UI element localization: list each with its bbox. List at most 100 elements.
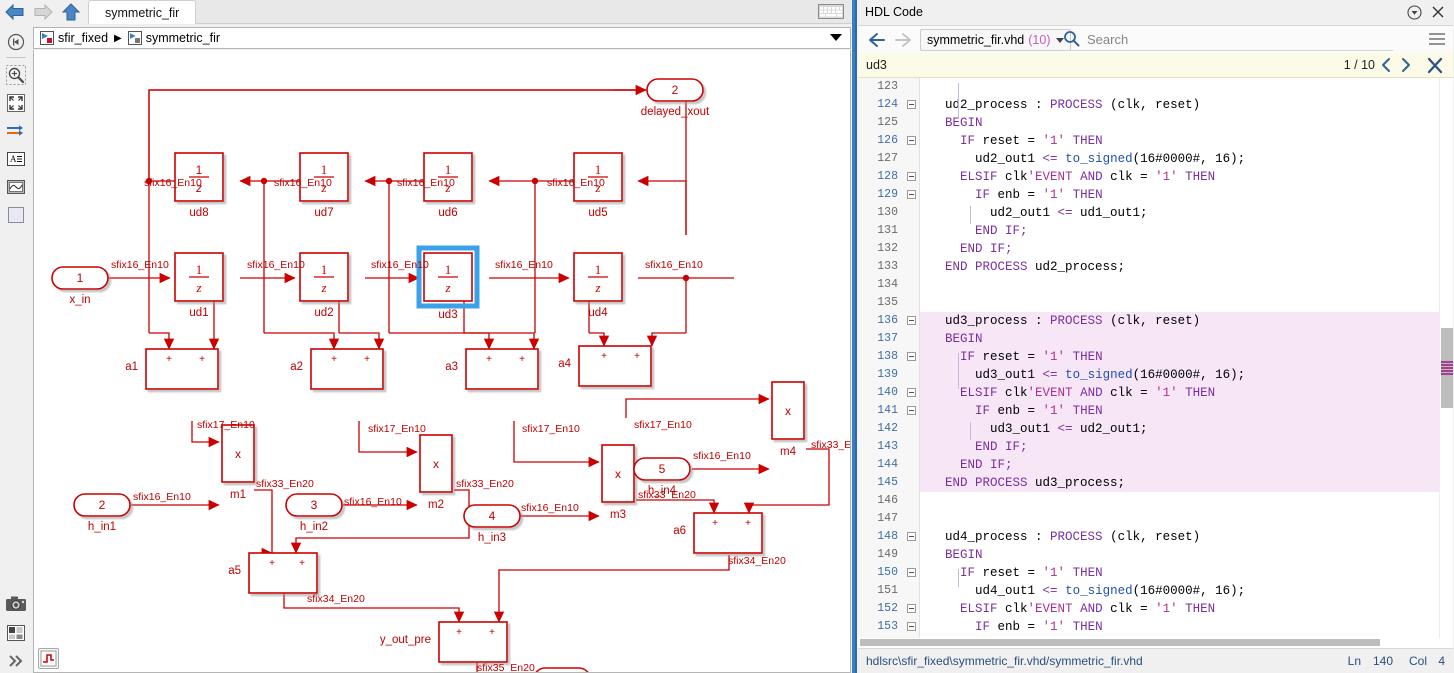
code-line[interactable] xyxy=(920,294,1439,312)
close-icon[interactable] xyxy=(1425,56,1445,75)
code-line[interactable]: IF enb = '1' THEN xyxy=(920,618,1439,636)
code-line[interactable]: BEGIN xyxy=(920,546,1439,564)
close-icon[interactable] xyxy=(1431,5,1445,19)
code-line[interactable]: END IF; xyxy=(920,240,1439,258)
code-horizontal-scroll-thumb[interactable] xyxy=(860,639,1380,646)
outport-delayed-xout[interactable]: 2 xyxy=(647,79,703,101)
area-icon[interactable] xyxy=(4,203,28,227)
code-line[interactable] xyxy=(920,78,1439,96)
fold-toggle-icon[interactable] xyxy=(907,136,916,145)
inport-h-in2[interactable]: 3 xyxy=(286,494,342,516)
arrow-left-icon[interactable] xyxy=(866,30,888,50)
search-input[interactable] xyxy=(1085,31,1375,48)
delay-block-ud3[interactable]: 1 z xyxy=(419,248,477,306)
adder-block-a5[interactable]: + + xyxy=(249,553,317,593)
zoom-region-icon[interactable] xyxy=(4,63,28,87)
inport-h-in3[interactable]: 4 xyxy=(464,505,520,527)
adder-block-a4[interactable]: + + xyxy=(579,346,651,386)
multiplier-block-m2[interactable]: x xyxy=(420,435,452,492)
tab-symmetric-fir[interactable]: symmetric_fir xyxy=(88,0,196,24)
hamburger-icon[interactable] xyxy=(1429,33,1445,45)
code-line[interactable]: BEGIN xyxy=(920,114,1439,132)
search-box[interactable] xyxy=(1063,29,1393,51)
fold-toggle-icon[interactable] xyxy=(907,406,916,415)
outport-y-out[interactable]: 1 xyxy=(534,668,590,673)
code-line[interactable]: END PROCESS ud2_process; xyxy=(920,258,1439,276)
code-line[interactable]: ud3_out1 <= to_signed(16#0000#, 16); xyxy=(920,366,1439,384)
code-line[interactable] xyxy=(920,492,1439,510)
code-line[interactable]: END IF; xyxy=(920,222,1439,240)
code-line[interactable]: BEGIN xyxy=(920,330,1439,348)
delay-block-ud4[interactable]: 1 z xyxy=(574,253,622,301)
scope-icon[interactable] xyxy=(4,175,28,199)
code-line[interactable]: END IF; xyxy=(920,456,1439,474)
fold-toggle-icon[interactable] xyxy=(907,100,916,109)
code-line[interactable]: IF reset = '1' THEN xyxy=(920,132,1439,150)
camera-icon[interactable] xyxy=(4,592,28,616)
code-line[interactable]: ud2_process : PROCESS (clk, reset) xyxy=(920,96,1439,114)
fold-toggle-icon[interactable] xyxy=(907,388,916,397)
adder-block-a1[interactable]: + + xyxy=(146,349,218,389)
code-line[interactable]: IF reset = '1' THEN xyxy=(920,348,1439,366)
code-lines[interactable]: ud2_process : PROCESS (clk, reset) BEGIN… xyxy=(920,78,1439,647)
code-line[interactable]: ud2_out1 <= to_signed(16#0000#, 16); xyxy=(920,150,1439,168)
inport-h-in1[interactable]: 2 xyxy=(74,494,130,516)
hdl-badge-icon[interactable] xyxy=(38,648,59,669)
fold-toggle-icon[interactable] xyxy=(907,316,916,325)
pane-splitter-handle[interactable] xyxy=(852,0,855,673)
fold-toggle-icon[interactable] xyxy=(907,172,916,181)
signal-lines-icon[interactable] xyxy=(4,119,28,143)
code-line[interactable]: IF enb = '1' THEN xyxy=(920,186,1439,204)
inport-h-in4[interactable]: 5 xyxy=(634,458,690,480)
code-line[interactable]: ud4_process : PROCESS (clk, reset) xyxy=(920,528,1439,546)
chevron-right-icon[interactable] xyxy=(1397,56,1413,74)
code-line[interactable]: ud2_out1 <= ud1_out1; xyxy=(920,204,1439,222)
code-line[interactable]: ELSIF clk'EVENT AND clk = '1' THEN xyxy=(920,384,1439,402)
fit-to-view-icon[interactable] xyxy=(4,91,28,115)
adder-block-a6[interactable]: + + xyxy=(694,513,762,553)
navigate-up-icon[interactable] xyxy=(4,30,28,54)
code-line[interactable]: END IF; xyxy=(920,438,1439,456)
adder-block-y-out-pre[interactable]: + + xyxy=(439,622,507,662)
annotation-icon[interactable]: A xyxy=(4,147,28,171)
file-select-dropdown[interactable]: symmetric_fir.vhd (10) xyxy=(920,29,1071,51)
code-horizontal-scrollbar[interactable] xyxy=(858,638,1453,648)
fold-toggle-icon[interactable] xyxy=(907,352,916,361)
code-line[interactable]: ELSIF clk'EVENT AND clk = '1' THEN xyxy=(920,168,1439,186)
fold-toggle-icon[interactable] xyxy=(907,568,916,577)
layout-icon[interactable] xyxy=(4,621,28,645)
fold-toggle-icon[interactable] xyxy=(907,622,916,631)
adder-block-a2[interactable]: + + xyxy=(311,349,383,389)
code-vertical-scrollbar[interactable] xyxy=(1439,78,1453,647)
code-line[interactable] xyxy=(920,276,1439,294)
model-canvas[interactable]: 1 z ud8 1 z ud7 xyxy=(33,50,851,673)
code-line[interactable]: ud3_out1 <= ud2_out1; xyxy=(920,420,1439,438)
more-icon[interactable] xyxy=(4,649,28,673)
code-line[interactable]: END PROCESS ud3_process; xyxy=(920,474,1439,492)
adder-block-a3[interactable]: + + xyxy=(466,349,538,389)
inport-x-in[interactable]: 1 xyxy=(52,267,108,289)
arrow-left-icon[interactable] xyxy=(2,2,28,22)
fold-toggle-icon[interactable] xyxy=(907,190,916,199)
keyboard-icon[interactable] xyxy=(818,4,844,19)
chevron-left-icon[interactable] xyxy=(1379,56,1395,74)
fold-toggle-icon[interactable] xyxy=(907,604,916,613)
code-editor[interactable]: 1231241251261271281291301311321331341351… xyxy=(858,78,1453,647)
fold-toggle-icon[interactable] xyxy=(907,532,916,541)
breadcrumb-item-symmetric-fir[interactable]: symmetric_fir xyxy=(128,31,220,45)
collapse-icon[interactable] xyxy=(1407,5,1422,20)
code-line[interactable]: ud3_process : PROCESS (clk, reset) xyxy=(920,312,1439,330)
delay-block-ud1[interactable]: 1 z xyxy=(175,253,223,301)
code-line[interactable]: ELSIF clk'EVENT AND clk = '1' THEN xyxy=(920,600,1439,618)
breadcrumb-item-sfir-fixed[interactable]: sfir_fixed xyxy=(40,31,108,45)
code-line[interactable]: IF enb = '1' THEN xyxy=(920,402,1439,420)
code-line[interactable] xyxy=(920,510,1439,528)
multiplier-block-m3[interactable]: x xyxy=(602,445,634,502)
multiplier-block-m1[interactable]: x xyxy=(222,425,254,482)
arrow-up-icon[interactable] xyxy=(58,2,84,22)
code-line[interactable]: IF reset = '1' THEN xyxy=(920,564,1439,582)
chevron-down-icon[interactable] xyxy=(830,34,842,41)
delay-block-ud2[interactable]: 1 z xyxy=(300,253,348,301)
code-line[interactable]: ud4_out1 <= to_signed(16#0000#, 16); xyxy=(920,582,1439,600)
multiplier-block-m4[interactable]: x xyxy=(772,382,804,439)
